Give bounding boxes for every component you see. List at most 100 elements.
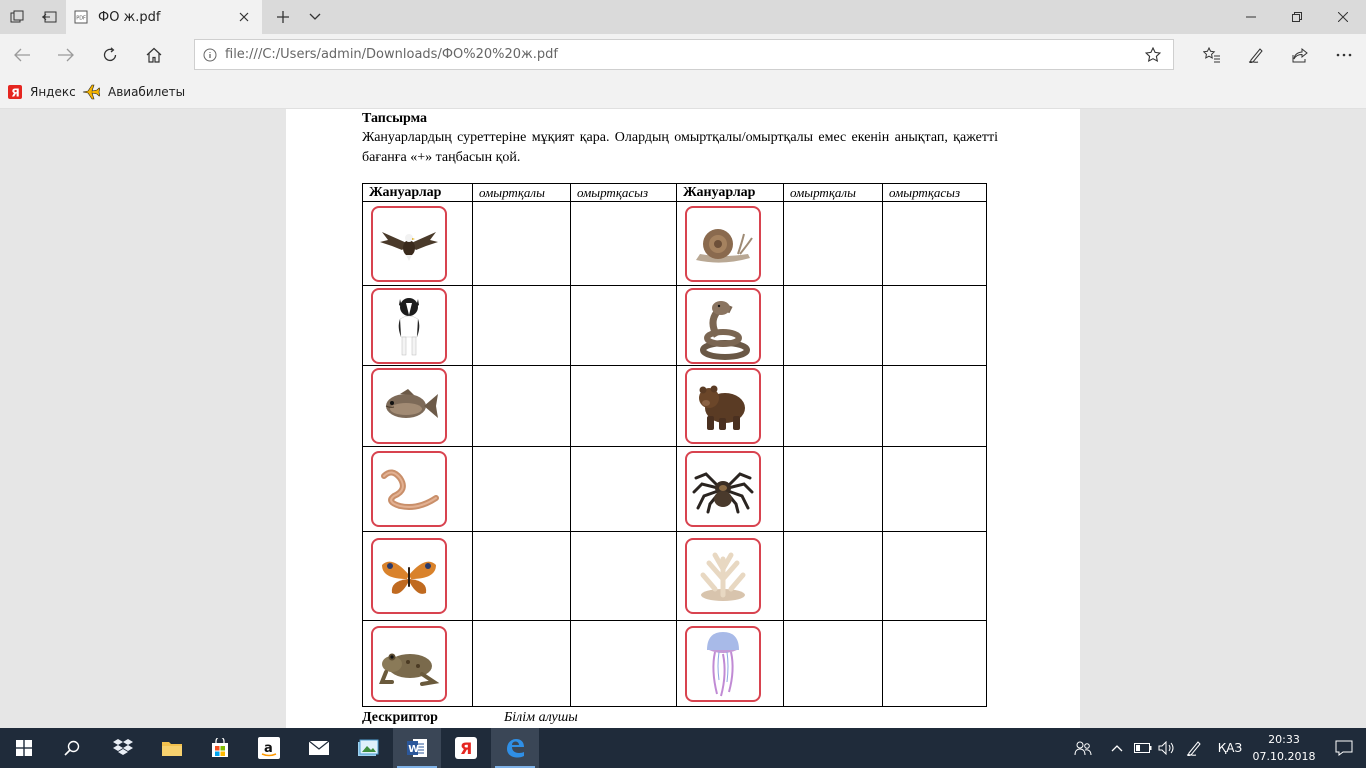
answer-cell-vertebrate[interactable] bbox=[783, 446, 883, 532]
search-button[interactable] bbox=[48, 728, 96, 768]
answer-cell-vertebrate[interactable] bbox=[783, 620, 883, 707]
answer-cell-invertebrate[interactable] bbox=[570, 620, 677, 707]
taskbar-edge[interactable] bbox=[491, 728, 539, 768]
tab-close-button[interactable] bbox=[234, 7, 254, 27]
table-header-row: Жануарлар омыртқалы омыртқасыз Жануарлар… bbox=[362, 183, 987, 202]
answer-cell-vertebrate[interactable] bbox=[472, 620, 571, 707]
arrow-right-icon bbox=[58, 48, 74, 61]
language-indicator[interactable]: ҚАЗ bbox=[1214, 728, 1246, 768]
answer-cell-invertebrate[interactable] bbox=[882, 620, 987, 707]
animal-card bbox=[371, 625, 447, 702]
taskbar-mail[interactable] bbox=[295, 728, 343, 768]
answer-cell-vertebrate[interactable] bbox=[783, 201, 883, 286]
close-window-button[interactable] bbox=[1320, 0, 1366, 34]
descriptor-value: Білім алушы bbox=[504, 710, 578, 725]
spider-icon bbox=[692, 472, 754, 514]
tab-pdf[interactable]: PDF ФО ж.pdf bbox=[66, 0, 262, 34]
frog-icon bbox=[379, 653, 440, 686]
favorite-yandex[interactable]: Я Яндекс bbox=[8, 82, 76, 102]
volume-button[interactable] bbox=[1156, 728, 1178, 768]
star-icon bbox=[1145, 46, 1161, 62]
table-row bbox=[362, 620, 987, 707]
header-invertebrate: омыртқасыз bbox=[570, 183, 677, 202]
pdf-viewer[interactable]: Тапсырма Жануарлардың суреттеріне мұқият… bbox=[0, 109, 1366, 728]
pen-workspace-button[interactable] bbox=[1182, 728, 1206, 768]
taskbar-amazon[interactable]: a bbox=[245, 728, 293, 768]
minimize-button[interactable] bbox=[1228, 0, 1274, 34]
answer-cell-invertebrate[interactable] bbox=[570, 446, 677, 532]
task-title: Тапсырма bbox=[362, 111, 428, 126]
animal-card bbox=[685, 368, 761, 444]
animal-card bbox=[685, 625, 761, 702]
taskbar-yandex-browser[interactable]: Я bbox=[442, 728, 490, 768]
tab-actions-button[interactable] bbox=[0, 0, 34, 34]
answer-cell-vertebrate[interactable] bbox=[472, 201, 571, 286]
add-favorite-button[interactable] bbox=[1133, 40, 1173, 69]
answer-cell-vertebrate[interactable] bbox=[472, 285, 571, 366]
more-button[interactable] bbox=[1322, 34, 1366, 75]
people-button[interactable] bbox=[1068, 728, 1098, 768]
favorites-list-icon bbox=[1203, 46, 1220, 62]
word-icon: W bbox=[407, 739, 427, 757]
start-button[interactable] bbox=[0, 728, 48, 768]
animal-cell bbox=[362, 365, 473, 447]
eagle-icon bbox=[380, 231, 438, 261]
favorites-hub-button[interactable] bbox=[1190, 34, 1234, 75]
pdf-file-icon: PDF bbox=[74, 10, 88, 24]
tab-preview-button[interactable] bbox=[298, 0, 332, 34]
answer-cell-invertebrate[interactable] bbox=[570, 201, 677, 286]
favorite-label: Яндекс bbox=[30, 85, 76, 99]
home-button[interactable] bbox=[132, 34, 176, 75]
answer-cell-invertebrate[interactable] bbox=[570, 285, 677, 366]
set-aside-tabs-button[interactable] bbox=[32, 0, 66, 34]
new-tab-button[interactable] bbox=[266, 0, 300, 34]
taskbar-file-explorer[interactable] bbox=[148, 728, 196, 768]
answer-cell-invertebrate[interactable] bbox=[882, 365, 987, 447]
forward-button[interactable] bbox=[44, 34, 88, 75]
taskbar-photos[interactable] bbox=[344, 728, 392, 768]
answer-cell-invertebrate[interactable] bbox=[882, 201, 987, 286]
add-notes-button[interactable] bbox=[1234, 34, 1278, 75]
answer-cell-invertebrate[interactable] bbox=[882, 285, 987, 366]
animal-card bbox=[371, 368, 447, 444]
favorite-aviabilety[interactable]: Авиабилеты bbox=[82, 82, 185, 102]
answer-cell-invertebrate[interactable] bbox=[882, 446, 987, 532]
descriptor-label: Дескриптор bbox=[362, 710, 438, 725]
svg-text:Я: Я bbox=[11, 87, 19, 100]
set-aside-icon bbox=[42, 11, 57, 23]
clock[interactable]: 20:33 07.10.2018 bbox=[1248, 731, 1320, 765]
back-button[interactable] bbox=[0, 34, 44, 75]
answer-cell-vertebrate[interactable] bbox=[472, 365, 571, 447]
answer-cell-vertebrate[interactable] bbox=[472, 446, 571, 532]
address-bar[interactable]: file:///C:/Users/admin/Downloads/ФО%20%2… bbox=[194, 39, 1174, 70]
cobra-icon bbox=[700, 300, 750, 360]
answer-cell-vertebrate[interactable] bbox=[783, 365, 883, 447]
info-icon[interactable] bbox=[195, 40, 225, 69]
header-vertebrate: омыртқалы bbox=[783, 183, 883, 202]
action-center-button[interactable] bbox=[1322, 728, 1366, 768]
animal-cell bbox=[362, 531, 473, 621]
svg-text:PDF: PDF bbox=[76, 16, 86, 22]
answer-cell-invertebrate[interactable] bbox=[570, 531, 677, 621]
answer-cell-vertebrate[interactable] bbox=[783, 531, 883, 621]
task-text: Жануарлардың суреттеріне мұқият қара. Ол… bbox=[362, 130, 998, 165]
answer-cell-vertebrate[interactable] bbox=[472, 531, 571, 621]
show-hidden-icons-button[interactable] bbox=[1106, 728, 1128, 768]
answer-cell-invertebrate[interactable] bbox=[882, 531, 987, 621]
jellyfish-icon bbox=[707, 631, 739, 696]
refresh-button[interactable] bbox=[88, 34, 132, 75]
taskbar-dropbox[interactable] bbox=[99, 728, 147, 768]
answer-cell-invertebrate[interactable] bbox=[570, 365, 677, 447]
restore-button[interactable] bbox=[1274, 0, 1320, 34]
taskbar-word[interactable]: W bbox=[393, 728, 441, 768]
answer-cell-vertebrate[interactable] bbox=[783, 285, 883, 366]
coral-icon bbox=[700, 552, 746, 601]
table-row bbox=[362, 446, 987, 532]
animal-card bbox=[371, 287, 447, 364]
battery-status[interactable] bbox=[1132, 728, 1154, 768]
tab-bar: PDF ФО ж.pdf bbox=[0, 0, 1366, 34]
taskbar-store[interactable] bbox=[196, 728, 244, 768]
minimize-icon bbox=[1246, 16, 1256, 18]
share-button[interactable] bbox=[1278, 34, 1322, 75]
home-icon bbox=[146, 47, 162, 63]
